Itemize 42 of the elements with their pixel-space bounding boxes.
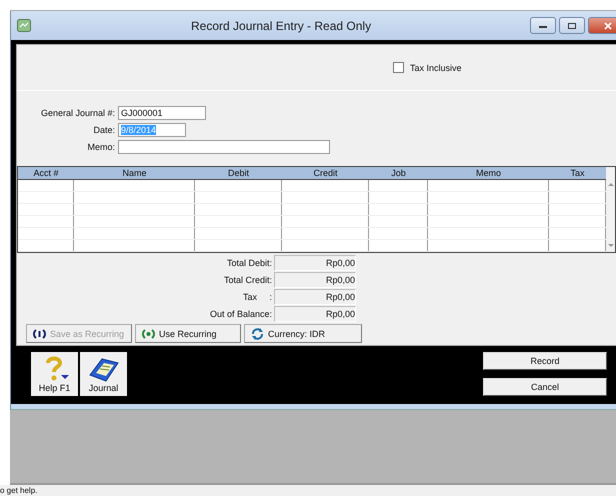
minimize-button[interactable] xyxy=(530,17,556,34)
app-icon xyxy=(17,19,31,32)
maximize-button[interactable] xyxy=(559,17,585,34)
total-value-field: Rp0,00 xyxy=(274,255,356,271)
help-button[interactable]: Help F1 xyxy=(31,352,78,396)
column-header: Acct # xyxy=(32,167,60,179)
column-header: Job xyxy=(390,167,407,179)
journal-button[interactable]: Journal xyxy=(80,352,127,396)
exchange-arrows-icon xyxy=(251,328,264,340)
field-label: Memo: xyxy=(86,142,115,152)
total-label: Total Credit: xyxy=(222,275,273,285)
tax-inclusive-checkbox[interactable]: Tax Inclusive xyxy=(393,62,462,73)
close-icon xyxy=(603,22,613,30)
total-value-field: Rp0,00 xyxy=(274,272,356,288)
total-value-field: Rp0,00 xyxy=(274,306,356,322)
recurring-icon xyxy=(33,328,46,340)
currency-button[interactable]: Currency: IDR xyxy=(244,324,362,343)
scroll-down-icon xyxy=(606,243,614,249)
checkbox-square[interactable] xyxy=(393,62,404,73)
record-button[interactable]: Record xyxy=(483,352,607,370)
column-header: Tax xyxy=(569,167,586,179)
total-label: Total Debit: xyxy=(226,258,273,268)
field-label: Date: xyxy=(92,125,115,135)
scroll-up-icon xyxy=(606,181,614,187)
maximize-icon xyxy=(567,22,577,30)
field-label: General Journal #: xyxy=(40,108,115,118)
recurring-icon xyxy=(142,328,155,340)
window-title: Record Journal Entry - Read Only xyxy=(191,18,372,32)
total-label: Out of Balance: xyxy=(208,309,273,319)
column-header: Memo xyxy=(474,167,502,179)
cancel-button[interactable]: Cancel xyxy=(483,378,607,396)
column-header: Credit xyxy=(312,167,338,179)
column-header: Debit xyxy=(226,167,250,179)
use-recurring-button[interactable]: Use Recurring xyxy=(135,324,241,343)
vertical-scrollbar[interactable] xyxy=(606,167,615,252)
journal-number-field[interactable]: GJ000001 xyxy=(118,106,206,120)
close-button[interactable] xyxy=(588,17,616,34)
status-text: o get help. xyxy=(0,486,38,495)
memo-field[interactable] xyxy=(118,140,330,154)
total-value-field: Rp0,00 xyxy=(274,289,356,305)
column-header: Name xyxy=(121,167,148,179)
total-label: Tax : xyxy=(242,292,273,302)
